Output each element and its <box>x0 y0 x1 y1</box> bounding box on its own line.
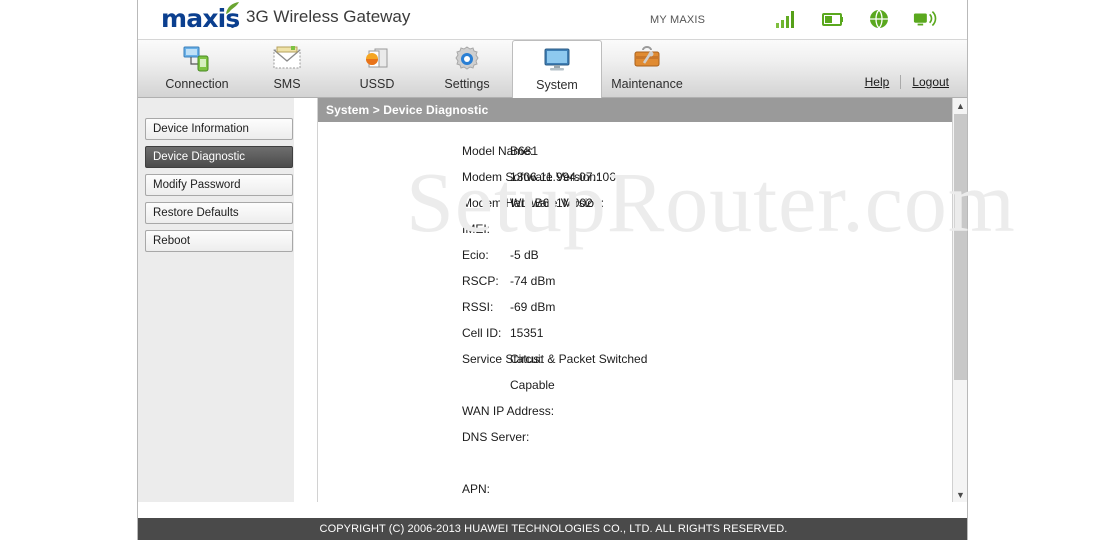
tab-ussd[interactable]: USSD <box>332 40 422 98</box>
row-value: B681 <box>510 144 539 158</box>
tab-settings[interactable]: Settings <box>422 40 512 98</box>
row-value: WL1B681M002 <box>510 196 593 210</box>
footer-copyright: COPYRIGHT (C) 2006-2013 HUAWEI TECHNOLOG… <box>138 518 967 540</box>
row-value <box>498 482 510 508</box>
sidebar-item-label: Device Information <box>153 123 249 135</box>
tab-settings-label: Settings <box>444 77 490 91</box>
app-title: 3G Wireless Gateway <box>246 7 411 26</box>
row-label: Model Name: <box>462 144 534 158</box>
help-link[interactable]: Help <box>865 75 890 89</box>
tab-system[interactable]: System <box>512 40 602 99</box>
tab-connection-label: Connection <box>165 77 229 91</box>
main-navigation: Connection SMS USSD Settings System Main… <box>138 40 967 99</box>
maxis-logo-dot <box>231 25 234 28</box>
gear-icon <box>452 44 482 74</box>
brand-bar: maxis 3G Wireless Gateway MY MAXIS <box>138 0 967 40</box>
sidebar-item-device-diagnostic[interactable]: Device Diagnostic <box>145 146 293 168</box>
breadcrumb: System > Device Diagnostic <box>318 98 953 122</box>
row-label <box>318 378 498 404</box>
table-row: IMEI: <box>318 222 953 248</box>
scroll-down-arrow-icon[interactable]: ▼ <box>953 487 967 502</box>
row-value: Capable <box>510 378 555 392</box>
table-row: Model Name: B681 <box>318 144 953 170</box>
row-label: Modem Hardware Version: <box>462 196 605 210</box>
signal-bars-icon <box>776 11 794 28</box>
logout-link[interactable]: Logout <box>912 75 949 89</box>
row-label: Ecio: <box>462 248 489 262</box>
wifi-broadcast-icon <box>913 10 937 27</box>
table-row: Cell ID: 15351 <box>318 326 953 352</box>
help-logout-divider <box>900 75 902 89</box>
row-label: APN: <box>462 482 491 496</box>
row-label: Cell ID: <box>462 326 502 340</box>
status-icon-group <box>775 8 937 30</box>
sidebar-item-modify-password[interactable]: Modify Password <box>145 174 293 196</box>
row-label <box>318 456 498 482</box>
row-value: 15351 <box>510 326 544 340</box>
table-row: APN: <box>318 482 953 508</box>
toolbox-icon <box>632 44 662 74</box>
table-row: Capable <box>318 378 953 404</box>
row-label: IMEI: <box>462 222 491 236</box>
row-label: Service Status: <box>462 352 543 366</box>
scroll-up-arrow-icon[interactable]: ▲ <box>953 98 967 113</box>
row-value: 1306.11.994.07.106 <box>510 170 616 184</box>
row-value: -5 dB <box>510 248 539 262</box>
tab-ussd-label: USSD <box>359 77 395 91</box>
tab-system-label: System <box>536 78 578 92</box>
sidebar-item-label: Device Diagnostic <box>153 151 246 163</box>
account-label: MY MAXIS <box>650 14 706 26</box>
sidebar-item-label: Restore Defaults <box>153 207 239 219</box>
sidebar-item-restore-defaults[interactable]: Restore Defaults <box>145 202 293 224</box>
page-body: Device Information Device Diagnostic Mod… <box>138 98 967 518</box>
sidebar-item-label: Modify Password <box>153 179 241 191</box>
connection-icon <box>182 44 212 74</box>
sidebar-item-label: Reboot <box>153 235 191 247</box>
ussd-icon <box>362 44 392 74</box>
table-row <box>318 456 953 482</box>
table-row: DNS Server: <box>318 430 953 456</box>
row-label: Modem Software Version: <box>462 170 600 184</box>
router-admin-window: maxis 3G Wireless Gateway MY MAXIS Conne… <box>137 0 968 540</box>
battery-icon <box>822 13 843 26</box>
row-value <box>498 404 510 430</box>
tab-sms[interactable]: SMS <box>242 40 332 98</box>
tab-connection[interactable]: Connection <box>152 40 242 98</box>
help-logout-group: Help Logout <box>865 75 949 89</box>
vertical-scrollbar[interactable]: ▲ ▼ <box>952 98 967 502</box>
globe-icon <box>870 9 888 29</box>
row-label: RSSI: <box>462 300 494 314</box>
row-label: WAN IP Address: <box>462 404 555 418</box>
table-row: RSCP: -74 dBm <box>318 274 953 300</box>
maxis-leaf-icon <box>226 2 239 14</box>
row-value <box>498 456 510 482</box>
row-value: Circuit & Packet Switched <box>510 352 648 366</box>
sidebar-item-reboot[interactable]: Reboot <box>145 230 293 252</box>
diagnostic-info-list: Model Name: B681 Modem Software Version:… <box>318 122 953 508</box>
screenshot-root: SetupRouter.com maxis 3G Wireless Gatewa… <box>0 0 1100 540</box>
table-row: Modem Hardware Version: WL1B681M002 <box>318 196 953 222</box>
sidebar-item-device-information[interactable]: Device Information <box>145 118 293 140</box>
row-value: -74 dBm <box>510 274 556 288</box>
table-row: Modem Software Version: 1306.11.994.07.1… <box>318 170 953 196</box>
sidebar-menu: Device Information Device Diagnostic Mod… <box>138 98 295 502</box>
table-row: WAN IP Address: <box>318 404 953 430</box>
content-panel: System > Device Diagnostic Model Name: B… <box>317 98 954 502</box>
row-label: RSCP: <box>462 274 499 288</box>
table-row: RSSI: -69 dBm <box>318 300 953 326</box>
monitor-icon <box>542 45 572 75</box>
table-row: Service Status: Circuit & Packet Switche… <box>318 352 953 378</box>
table-row: Ecio: -5 dB <box>318 248 953 274</box>
row-value: -69 dBm <box>510 300 556 314</box>
row-label: DNS Server: <box>462 430 530 444</box>
tab-maintenance[interactable]: Maintenance <box>602 40 692 98</box>
row-value <box>498 430 510 456</box>
scrollbar-thumb[interactable] <box>954 114 967 380</box>
tab-sms-label: SMS <box>273 77 301 91</box>
tab-maintenance-label: Maintenance <box>611 77 683 91</box>
envelope-icon <box>272 44 302 74</box>
tab-list: Connection SMS USSD Settings System Main… <box>152 40 692 99</box>
row-value <box>498 222 510 248</box>
